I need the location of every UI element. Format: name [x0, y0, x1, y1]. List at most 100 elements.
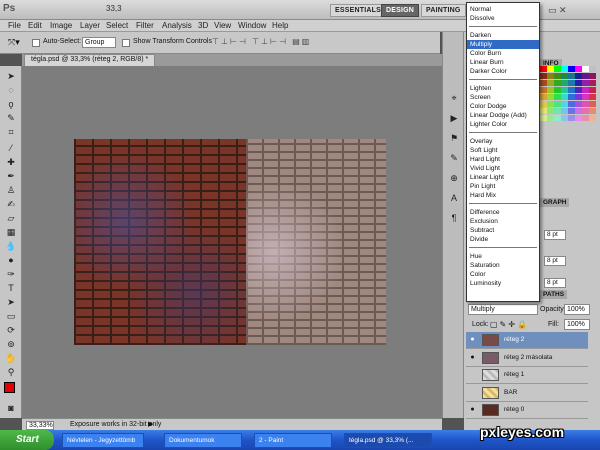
marquee-tool-icon[interactable]: ◌: [4, 84, 18, 96]
blend-mode-option[interactable]: Normal: [467, 5, 539, 14]
blend-mode-option[interactable]: Soft Light: [467, 146, 539, 155]
blend-mode-option[interactable]: Darker Color: [467, 67, 539, 76]
color-swatch[interactable]: [554, 94, 561, 100]
color-swatch[interactable]: [547, 80, 554, 86]
color-swatch[interactable]: [589, 80, 596, 86]
blend-mode-option[interactable]: Difference: [467, 208, 539, 217]
eyedropper-icon[interactable]: ⁄: [4, 142, 18, 154]
color-swatch[interactable]: [547, 87, 554, 93]
color-swatch[interactable]: [575, 94, 582, 100]
blend-mode-option[interactable]: Pin Light: [467, 182, 539, 191]
blur-tool-icon[interactable]: 💧: [4, 240, 18, 252]
dodge-tool-icon[interactable]: ●: [4, 254, 18, 266]
color-swatch[interactable]: [589, 66, 596, 72]
color-swatch[interactable]: [547, 101, 554, 107]
color-swatch[interactable]: [561, 66, 568, 72]
type-tool-icon[interactable]: T: [4, 282, 18, 294]
workspace-essentials[interactable]: ESSENTIALS: [330, 4, 386, 17]
transform-controls-checkbox[interactable]: [122, 38, 130, 47]
blend-mode-option[interactable]: Luminosity: [467, 279, 539, 288]
move-tool-icon[interactable]: ⤧▾: [8, 37, 20, 48]
blend-mode-option[interactable]: Screen: [467, 93, 539, 102]
blend-mode-option[interactable]: Hue: [467, 252, 539, 261]
color-swatch[interactable]: [589, 94, 596, 100]
blend-mode-option[interactable]: Multiply: [467, 40, 539, 49]
foreground-color-swatch[interactable]: [4, 382, 15, 393]
brick-texture-dark[interactable]: [74, 139, 246, 345]
color-swatch[interactable]: [540, 108, 547, 114]
pen-tool-icon[interactable]: ✑: [4, 268, 18, 280]
brushes-panel-icon[interactable]: ✎: [447, 152, 461, 164]
color-swatch[interactable]: [561, 108, 568, 114]
3d-rotate-icon[interactable]: ⟳: [4, 324, 18, 336]
color-swatch[interactable]: [554, 73, 561, 79]
color-swatch[interactable]: [561, 80, 568, 86]
blend-mode-option[interactable]: Color: [467, 270, 539, 279]
clone-stamp-icon[interactable]: ♙: [4, 184, 18, 196]
paths-tab[interactable]: PATHS: [540, 290, 568, 299]
color-swatch[interactable]: [568, 108, 575, 114]
color-swatch[interactable]: [540, 94, 547, 100]
quick-mask-icon[interactable]: ◙: [4, 402, 18, 414]
gradient-tool-icon[interactable]: ▦: [4, 226, 18, 238]
zoom-level[interactable]: 33,3: [106, 4, 122, 13]
layer-row[interactable]: réteg 1: [466, 367, 588, 384]
taskbar-item-documents[interactable]: Dokumentumok: [164, 433, 242, 448]
color-swatch[interactable]: [554, 101, 561, 107]
fill-field[interactable]: 100%: [564, 319, 590, 330]
visibility-eye-icon[interactable]: [468, 371, 477, 379]
character-panel-icon[interactable]: A: [447, 192, 461, 204]
color-swatch[interactable]: [589, 87, 596, 93]
color-swatch[interactable]: [589, 108, 596, 114]
swatches-grid[interactable]: [540, 66, 596, 126]
color-swatch[interactable]: [540, 101, 547, 107]
blend-mode-option[interactable]: Darken: [467, 31, 539, 40]
color-swatch[interactable]: [568, 101, 575, 107]
auto-select-dropdown[interactable]: Group: [82, 37, 116, 48]
auto-select-checkbox[interactable]: [32, 38, 40, 47]
color-swatch[interactable]: [568, 80, 575, 86]
color-swatch[interactable]: [547, 73, 554, 79]
color-swatch[interactable]: [561, 101, 568, 107]
layer-blend-mode-select[interactable]: Multiply: [468, 304, 538, 315]
move-tool-icon[interactable]: ➤: [4, 70, 18, 82]
layer-row[interactable]: ● réteg 2: [466, 332, 588, 349]
color-swatch[interactable]: [561, 87, 568, 93]
brush-tool-icon[interactable]: ✒: [4, 170, 18, 182]
color-swatch[interactable]: [568, 87, 575, 93]
color-swatch[interactable]: [568, 115, 575, 121]
indent-field-3[interactable]: 8 pt: [544, 278, 566, 288]
blend-mode-option[interactable]: Lighten: [467, 84, 539, 93]
status-arrow-icon[interactable]: ▶: [148, 420, 153, 428]
color-swatch[interactable]: [561, 73, 568, 79]
brick-texture-light[interactable]: [246, 139, 386, 345]
taskbar-item-notepad[interactable]: Névtelen - Jegyzettömb: [62, 433, 144, 448]
color-swatch[interactable]: [582, 80, 589, 86]
start-button[interactable]: Start: [0, 430, 54, 450]
layer-row[interactable]: BAR: [466, 384, 588, 402]
blend-mode-option[interactable]: Color Burn: [467, 49, 539, 58]
layer-row[interactable]: ● réteg 2 másolata: [466, 349, 588, 367]
hand-tool-icon[interactable]: ✋: [4, 352, 18, 364]
color-swatch[interactable]: [582, 66, 589, 72]
visibility-eye-icon[interactable]: ●: [468, 354, 477, 362]
actions-panel-icon[interactable]: ▶: [447, 112, 461, 124]
color-swatch[interactable]: [568, 94, 575, 100]
color-swatch[interactable]: [575, 80, 582, 86]
color-swatch[interactable]: [540, 66, 547, 72]
color-swatch[interactable]: [582, 101, 589, 107]
color-swatch[interactable]: [575, 73, 582, 79]
color-swatch[interactable]: [568, 66, 575, 72]
workspace-painting[interactable]: PAINTING: [421, 4, 466, 17]
color-swatch[interactable]: [582, 87, 589, 93]
color-swatch[interactable]: [575, 108, 582, 114]
color-swatch[interactable]: [582, 73, 589, 79]
color-swatch[interactable]: [582, 115, 589, 121]
indent-field-1[interactable]: 8 pt: [544, 230, 566, 240]
color-swatch[interactable]: [554, 66, 561, 72]
blend-mode-option[interactable]: Lighter Color: [467, 120, 539, 129]
history-brush-icon[interactable]: ✍: [4, 198, 18, 210]
paragraph-tab[interactable]: GRAPH: [540, 198, 570, 207]
color-swatch[interactable]: [568, 73, 575, 79]
visibility-eye-icon[interactable]: ●: [468, 406, 477, 414]
